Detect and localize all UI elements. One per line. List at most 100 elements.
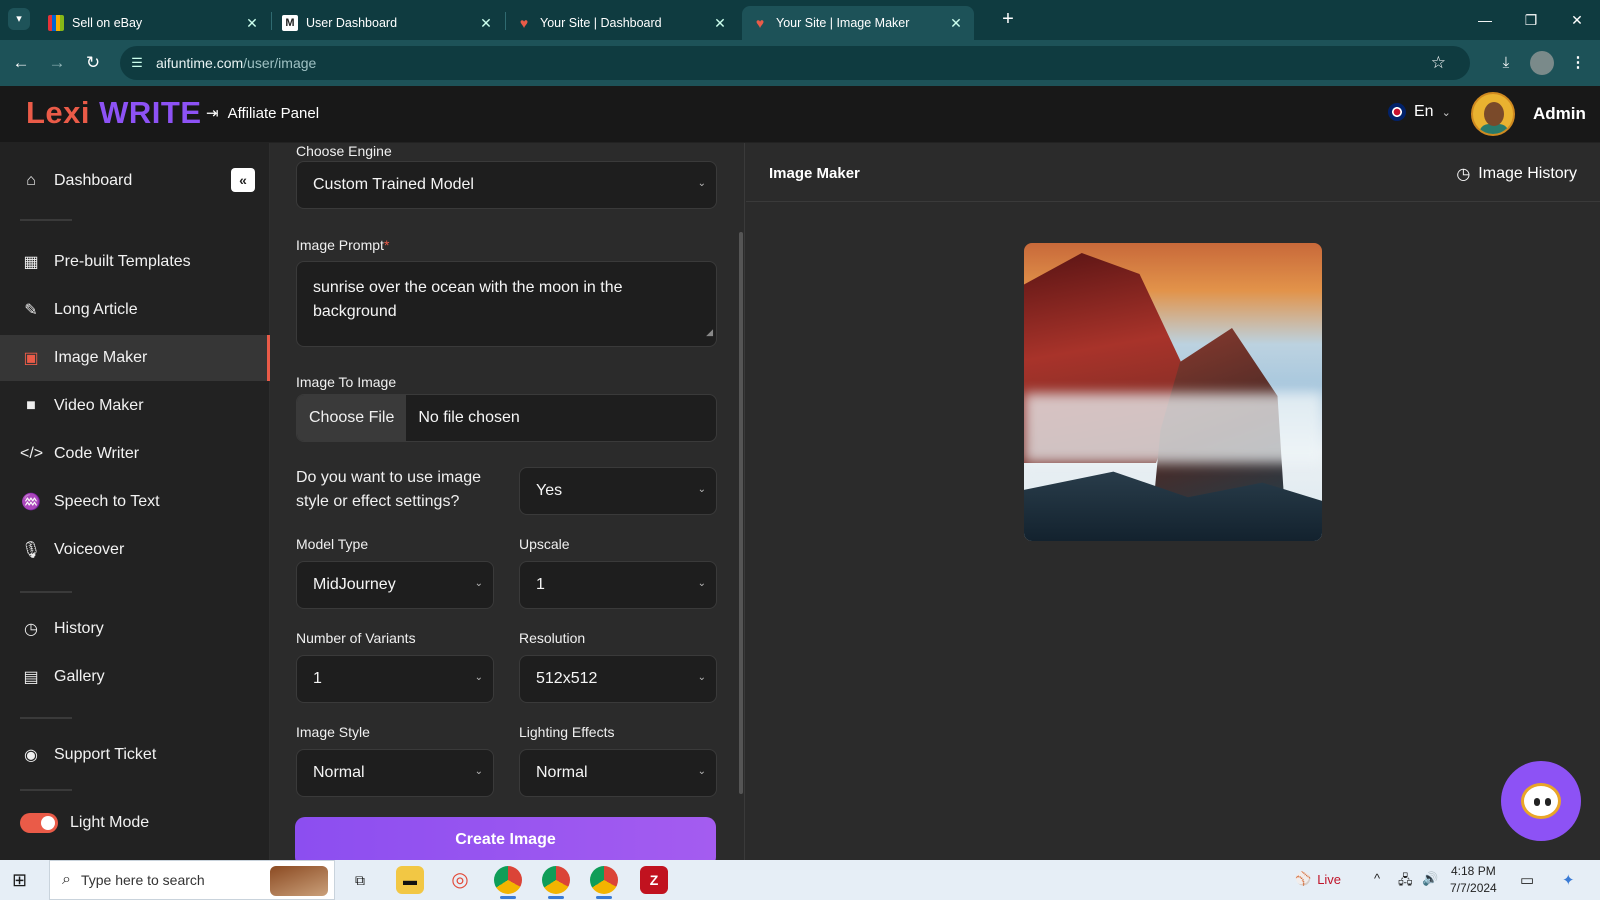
lighting-select[interactable]: Normal ⌄	[519, 749, 717, 797]
restore-button[interactable]: ❐	[1516, 8, 1546, 32]
new-tab-button[interactable]: +	[996, 8, 1020, 32]
sidebar-item-label: Video Maker	[54, 397, 144, 414]
sidebar-item-voiceover[interactable]: 🎙 Voiceover	[0, 527, 270, 573]
model-type-select[interactable]: MidJourney ⌄	[296, 561, 494, 609]
generated-image[interactable]	[1024, 243, 1322, 541]
uk-flag-icon	[1388, 103, 1406, 121]
tab-label: Your Site | Image Maker	[776, 16, 910, 30]
prompt-label: Image Prompt*	[296, 237, 390, 253]
result-header: Image Maker ◷ Image History	[746, 143, 1600, 202]
engine-select[interactable]: Custom Trained Model ⌄	[296, 161, 717, 209]
engine-label: Choose Engine	[296, 143, 392, 159]
logout-arrow-icon: ⇥	[206, 105, 219, 122]
sidebar-item-support-ticket[interactable]: ◉ Support Ticket	[0, 732, 270, 778]
sidebar-item-history[interactable]: ◷ History	[0, 606, 270, 652]
resize-grip-icon[interactable]: ◢	[706, 320, 713, 344]
copilot-icon[interactable]: ✦	[1562, 871, 1575, 889]
taskbar-search-box[interactable]: ⌕ Type here to search	[49, 860, 335, 900]
close-icon[interactable]: ✕	[244, 15, 260, 32]
app-circle-icon[interactable]: ◎	[446, 866, 474, 894]
notification-icon[interactable]: ▭	[1520, 871, 1534, 889]
prompt-textarea[interactable]: sunrise over the ocean with the moon in …	[296, 261, 717, 347]
reload-icon[interactable]: ↻	[82, 52, 104, 74]
close-icon[interactable]: ✕	[712, 15, 728, 32]
image-file-input[interactable]: Choose File No file chosen	[296, 394, 717, 442]
waveform-icon: ♒	[21, 494, 41, 511]
chevron-down-icon: ⌄	[474, 578, 483, 589]
file-explorer-icon[interactable]: ▬	[396, 866, 424, 894]
chevron-down-icon: ⌄	[697, 178, 706, 189]
tab-sell-on-ebay[interactable]: Sell on eBay ✕	[38, 6, 270, 40]
affiliate-panel-link[interactable]: ⇥ Affiliate Panel	[206, 104, 319, 123]
taskbar-search-placeholder: Type here to search	[80, 872, 205, 888]
filezilla-icon[interactable]: Z	[640, 866, 668, 894]
back-arrow-icon[interactable]: ←	[10, 52, 32, 74]
tab-search-button[interactable]: ▾	[8, 8, 30, 30]
address-bar[interactable]: ☰ aifuntime.com/user/image ☆	[120, 46, 1470, 80]
tab-your-site-image-maker[interactable]: ♥ Your Site | Image Maker ✕	[742, 6, 974, 40]
variants-select[interactable]: 1 ⌄	[296, 655, 494, 703]
site-info-icon[interactable]: ☰	[128, 54, 146, 72]
form-scrollbar[interactable]	[739, 232, 743, 794]
volume-icon[interactable]: 🔊	[1422, 871, 1438, 887]
sidebar-item-dashboard[interactable]: ⌂ Dashboard	[0, 158, 270, 204]
live-sports-widget[interactable]: ⚾ Live	[1295, 871, 1341, 887]
resolution-select[interactable]: 512x512 ⌄	[519, 655, 717, 703]
sidebar-item-pre-built-templates[interactable]: ▦ Pre-built Templates	[0, 239, 270, 285]
sidebar: ⌂ Dashboard « ▦ Pre-built Templates ✎ Lo…	[0, 143, 270, 860]
user-name[interactable]: Admin	[1533, 104, 1586, 124]
language-label: En	[1414, 103, 1434, 120]
sidebar-item-label: Dashboard	[54, 172, 133, 189]
site-icon: ♥	[519, 15, 529, 31]
tab-user-dashboard[interactable]: M User Dashboard ✕	[272, 6, 504, 40]
minimize-button[interactable]: —	[1470, 8, 1500, 32]
sidebar-item-video-maker[interactable]: ■ Video Maker	[0, 383, 270, 429]
chevron-down-icon: ⌄	[697, 766, 706, 777]
close-icon[interactable]: ✕	[478, 15, 494, 32]
windows-start-icon[interactable]: ⊞	[12, 870, 27, 891]
image-style-select[interactable]: Normal ⌄	[296, 749, 494, 797]
light-mode-toggle-row[interactable]: Light Mode	[0, 800, 270, 846]
sidebar-item-label: Voiceover	[54, 541, 125, 558]
sidebar-item-label: Speech to Text	[54, 493, 160, 510]
system-clock[interactable]: 4:18 PM 7/7/2024	[1450, 863, 1497, 897]
task-view-icon[interactable]: ⧉	[346, 866, 374, 894]
avatar[interactable]	[1471, 92, 1515, 136]
profile-avatar-icon[interactable]	[1530, 51, 1554, 75]
sidebar-item-label: Pre-built Templates	[54, 253, 191, 270]
bookmark-star-icon[interactable]: ☆	[1431, 53, 1446, 73]
tab-your-site-dashboard[interactable]: ♥ Your Site | Dashboard ✕	[506, 6, 738, 40]
chrome-icon[interactable]	[590, 866, 618, 899]
menu-kebab-icon[interactable]: ⋮	[1566, 51, 1590, 75]
chrome-icon[interactable]	[494, 866, 522, 899]
network-icon[interactable]: 🖧	[1398, 871, 1413, 893]
style-settings-question: Do you want to use image style or effect…	[296, 469, 481, 510]
close-icon[interactable]: ✕	[948, 15, 964, 32]
upscale-select[interactable]: 1 ⌄	[519, 561, 717, 609]
result-title: Image Maker	[769, 165, 860, 182]
image-history-link[interactable]: ◷ Image History	[1456, 164, 1577, 184]
collapse-sidebar-button[interactable]: «	[231, 168, 255, 192]
chevron-down-icon: ⌄	[697, 672, 706, 683]
style-settings-select[interactable]: Yes ⌄	[519, 467, 717, 515]
chevron-down-icon: ⌄	[1441, 106, 1451, 119]
sidebar-item-gallery[interactable]: ▤ Gallery	[0, 654, 270, 700]
sidebar-item-speech-to-text[interactable]: ♒ Speech to Text	[0, 479, 270, 525]
windows-taskbar: ⊞ ⌕ Type here to search ⧉ ▬ ◎ Z ⚾ Live ^…	[0, 860, 1600, 900]
model-type-label: Model Type	[296, 536, 369, 552]
window-close-button[interactable]: ✕	[1562, 8, 1592, 32]
sidebar-item-image-maker[interactable]: ▣ Image Maker	[0, 335, 270, 381]
chevron-down-icon: ⌄	[697, 578, 706, 589]
lexiwrite-logo[interactable]: Lexi WRITE	[26, 95, 202, 131]
download-icon[interactable]: ⤓	[1494, 51, 1518, 75]
chatbot-button[interactable]	[1501, 761, 1581, 841]
language-selector[interactable]: En ⌄	[1388, 103, 1451, 121]
sidebar-item-label: Long Article	[54, 301, 138, 318]
chrome-icon[interactable]	[542, 866, 570, 899]
choose-file-button[interactable]: Choose File	[297, 395, 407, 441]
light-mode-toggle[interactable]	[20, 813, 58, 833]
sidebar-item-code-writer[interactable]: </> Code Writer	[0, 431, 270, 477]
forward-arrow-icon[interactable]: →	[46, 52, 68, 74]
sidebar-item-long-article[interactable]: ✎ Long Article	[0, 287, 270, 333]
chevron-up-icon[interactable]: ^	[1374, 871, 1380, 886]
